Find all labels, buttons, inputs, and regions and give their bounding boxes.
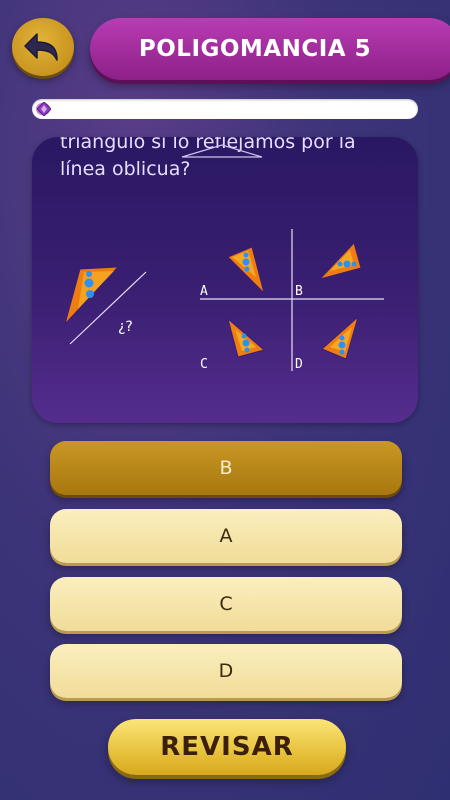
check-button[interactable]: REVISAR: [108, 719, 346, 775]
check-button-label: REVISAR: [160, 732, 294, 762]
option-label-b: B: [295, 284, 303, 299]
question-mark-label: ¿?: [118, 319, 133, 335]
text-overlay-stroke: [181, 144, 263, 158]
triangle-option-d: [321, 315, 359, 360]
option-label-c: C: [200, 357, 208, 372]
purple-gem-icon: [37, 102, 51, 116]
answer-option-1[interactable]: B: [50, 441, 402, 495]
source-triangle: [64, 266, 120, 325]
question-card: triángulo si lo reflejamos por la línea …: [32, 137, 418, 423]
triangle-option-a: [227, 246, 265, 295]
progress-bar: [32, 99, 418, 119]
answer-option-2[interactable]: A: [50, 509, 402, 563]
option-label-d: D: [295, 357, 303, 372]
reflection-diagram: ¿? A B C D: [64, 144, 384, 372]
answer-label: B: [219, 457, 233, 479]
page-title: POLIGOMANCIA 5: [138, 36, 372, 62]
answer-label: D: [218, 660, 234, 682]
answer-label: A: [219, 525, 233, 547]
option-label-a: A: [200, 284, 208, 299]
answer-label: C: [219, 593, 233, 615]
back-button[interactable]: [12, 18, 74, 76]
answer-option-4[interactable]: D: [50, 644, 402, 698]
answer-option-3[interactable]: C: [50, 577, 402, 631]
title-bar: POLIGOMANCIA 5: [90, 18, 450, 80]
triangle-option-b: [318, 242, 362, 280]
triangle-option-c: [227, 317, 266, 358]
undo-arrow-icon: [24, 33, 58, 61]
